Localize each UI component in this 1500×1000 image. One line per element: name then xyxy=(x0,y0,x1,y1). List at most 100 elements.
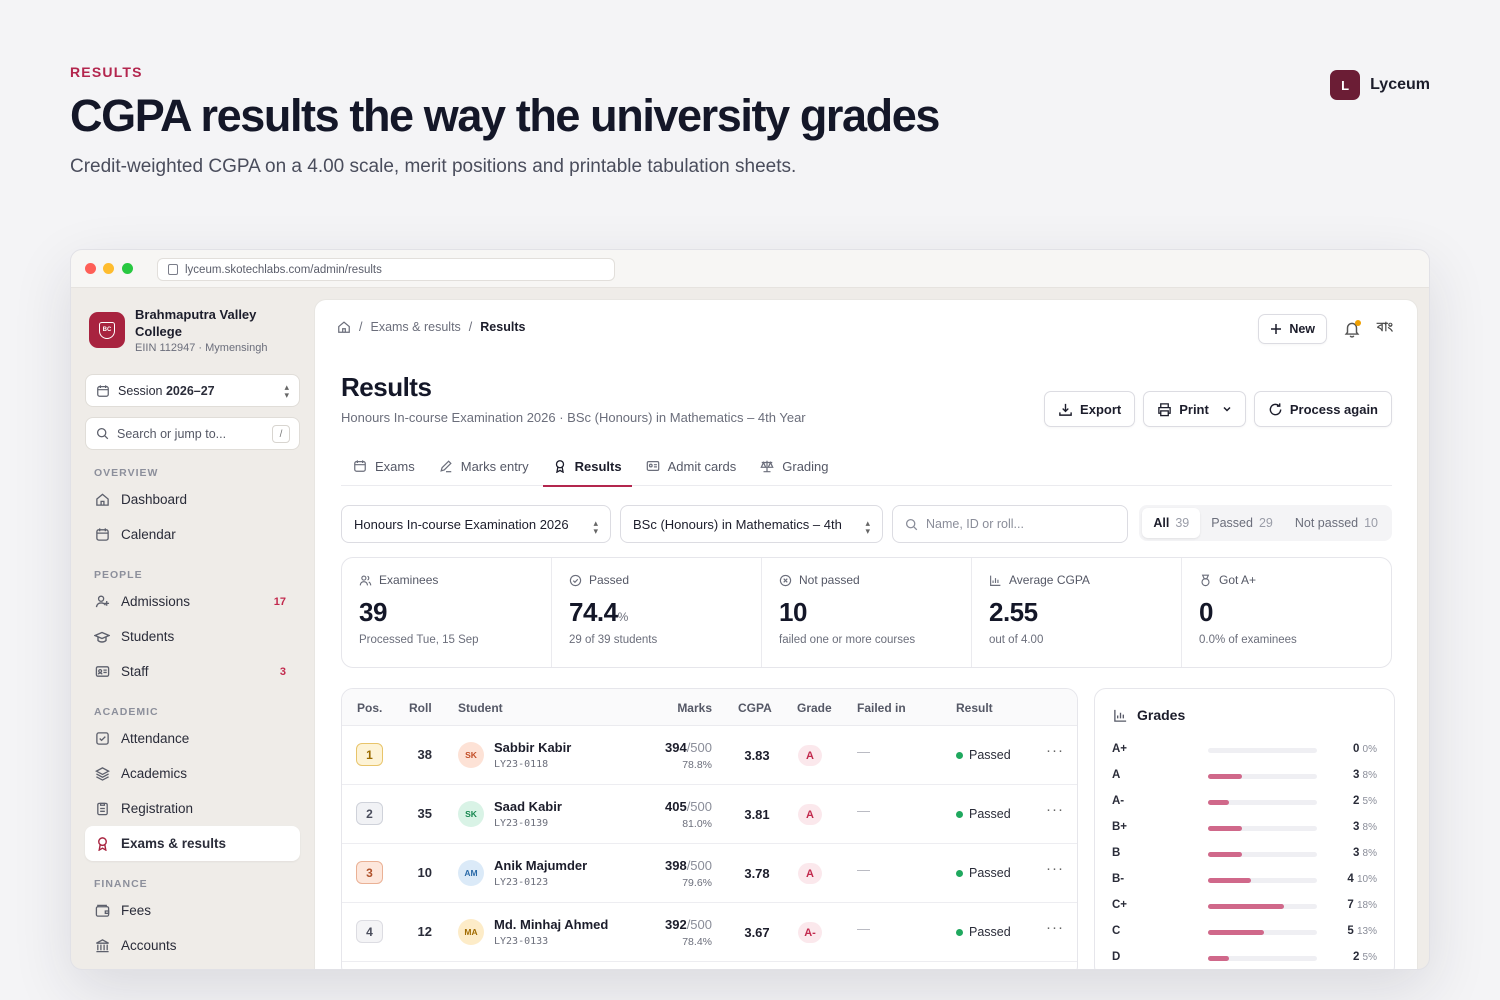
merit-position-badge: 2 xyxy=(356,802,383,825)
student-name[interactable]: Sabbir Kabir xyxy=(494,740,571,755)
sidebar-item-fees[interactable]: Fees xyxy=(85,893,300,928)
avatar: MA xyxy=(458,919,484,945)
grades-title: Grades xyxy=(1137,707,1186,723)
page-context: Honours In-course Examination 2026 · BSc… xyxy=(341,410,806,425)
column-student[interactable]: Student xyxy=(458,701,503,715)
sidebar-item-exams-results[interactable]: Exams & results xyxy=(85,826,300,861)
more-actions-icon[interactable]: ··· xyxy=(1046,860,1064,877)
column-pos[interactable]: Pos. xyxy=(357,701,382,715)
more-actions-icon[interactable]: ··· xyxy=(1046,801,1064,818)
table-row[interactable]: 4 12 MA Md. Minhaj Ahmed LY23-0133 392/500 78.… xyxy=(342,903,1077,962)
student-name[interactable]: Anik Majumder xyxy=(494,858,587,873)
sidebar-item-dashboard[interactable]: Dashboard xyxy=(85,482,300,517)
chevron-updown-icon: ▴ ▾ xyxy=(593,518,598,536)
grade-count: 3 8% xyxy=(1352,769,1377,781)
stat-sub: 0.0% of examinees xyxy=(1199,634,1297,646)
maximize-window-button[interactable] xyxy=(122,263,133,274)
tab-results[interactable]: Results xyxy=(541,446,634,487)
grade-row: D 2 5% xyxy=(1112,948,1377,968)
college-name: Brahmaputra Valley College xyxy=(135,307,257,339)
student-name[interactable]: Md. Minhaj Ahmed xyxy=(494,917,608,932)
grade-badge: A xyxy=(798,745,822,766)
column-result[interactable]: Result xyxy=(956,701,993,715)
tab-admit-cards[interactable]: Admit cards xyxy=(634,446,749,486)
college-meta: EIIN 112947 · Mymensingh xyxy=(135,342,268,354)
tab-grading[interactable]: Grading xyxy=(748,446,840,486)
stat-label: Passed xyxy=(589,573,630,587)
tab-marks-entry[interactable]: Marks entry xyxy=(427,446,541,486)
student-name[interactable]: Saad Kabir xyxy=(494,799,562,814)
grade-row: A- 2 5% xyxy=(1112,792,1377,812)
sidebar-item-label: Attendance xyxy=(121,731,190,746)
column-failed-in[interactable]: Failed in xyxy=(857,701,906,715)
section-academic: ACADEMIC xyxy=(94,706,159,718)
sidebar-item-admissions[interactable]: Admissions 17 xyxy=(85,584,300,619)
segment-all[interactable]: All 39 xyxy=(1142,508,1201,538)
column-roll[interactable]: Roll xyxy=(409,701,432,715)
results-search-input[interactable]: Name, ID or roll... xyxy=(892,505,1128,543)
sidebar-item-calendar[interactable]: Calendar xyxy=(85,517,300,552)
sidebar-item-staff[interactable]: Staff 3 xyxy=(85,654,300,689)
table-row[interactable]: 3 10 AM Anik Majumder LY23-0123 398/500 79.6% 3… xyxy=(342,844,1077,903)
table-row[interactable]: 2 35 SK Saad Kabir LY23-0139 405/500 81.0% 3.81… xyxy=(342,785,1077,844)
search-icon xyxy=(905,518,918,531)
sidebar-item-attendance[interactable]: Attendance xyxy=(85,721,300,756)
sidebar-item-academics[interactable]: Academics xyxy=(85,756,300,791)
printer-icon xyxy=(1157,402,1172,417)
refresh-icon xyxy=(1268,402,1283,417)
more-actions-icon[interactable]: ··· xyxy=(1046,742,1064,759)
session-select[interactable]: Session 2026–27 ▴ ▾ xyxy=(85,374,300,407)
stat-value: 2.55 xyxy=(989,597,1038,627)
top-actions: New বাং xyxy=(1258,314,1393,344)
exam-select[interactable]: Honours In-course Examination 2026 ▴ ▾ xyxy=(341,505,611,543)
cgpa-value: 3.81 xyxy=(744,807,770,822)
layers-icon xyxy=(94,766,110,782)
breadcrumb-exams-results[interactable]: Exams & results xyxy=(370,320,460,334)
sidebar-item-accounts[interactable]: Accounts xyxy=(85,928,300,963)
column-cgpa[interactable]: CGPA xyxy=(738,701,772,715)
column-grade[interactable]: Grade xyxy=(797,701,832,715)
check-circle-icon xyxy=(569,574,582,587)
close-window-button[interactable] xyxy=(85,263,96,274)
print-button[interactable]: Print xyxy=(1143,391,1246,427)
program-select[interactable]: BSc (Honours) in Mathematics – 4th ▴ ▾ xyxy=(620,505,883,543)
failed-in-value: — xyxy=(857,744,870,759)
home-icon[interactable] xyxy=(337,320,351,334)
marks-value: 398/500 xyxy=(664,858,712,873)
college-header: BC Brahmaputra Valley College EIIN 11294… xyxy=(89,306,300,354)
process-again-button[interactable]: Process again xyxy=(1253,391,1392,427)
plus-icon xyxy=(1270,323,1282,335)
award-icon xyxy=(94,836,110,852)
sidebar-item-students[interactable]: Students xyxy=(85,619,300,654)
export-label: Export xyxy=(1080,401,1122,417)
cgpa-value: 3.83 xyxy=(744,748,770,763)
section-finance: FINANCE xyxy=(94,878,148,890)
notifications-button[interactable] xyxy=(1343,320,1362,338)
column-marks[interactable]: Marks xyxy=(677,701,712,715)
sidebar-search[interactable]: Search or jump to... / xyxy=(85,417,300,450)
pencil-icon xyxy=(439,459,453,473)
new-button[interactable]: New xyxy=(1258,314,1328,344)
notification-dot xyxy=(1355,320,1362,326)
address-bar[interactable]: lyceum.skotechlabs.com/admin/results xyxy=(157,258,615,281)
failed-in-value: — xyxy=(857,803,870,818)
tab-exams[interactable]: Exams xyxy=(341,446,427,486)
result-status: Passed xyxy=(956,748,1011,762)
avatar: SK xyxy=(458,801,484,827)
table-header: Pos. Roll Student Marks CGPA Grade Faile… xyxy=(342,689,1077,726)
stat-value: 0 xyxy=(1199,597,1213,627)
session-value: 2026–27 xyxy=(165,383,215,398)
minimize-window-button[interactable] xyxy=(103,263,114,274)
table-row[interactable]: 1 38 SK Sabbir Kabir LY23-0118 394/500 78.8% 3.… xyxy=(342,726,1077,785)
language-toggle[interactable]: বাং xyxy=(1377,319,1393,339)
export-button[interactable]: Export xyxy=(1044,391,1136,427)
grade-bar-fill xyxy=(1208,878,1251,883)
grade-bar-fill xyxy=(1208,904,1285,909)
segment-passed[interactable]: Passed 29 xyxy=(1200,508,1284,538)
marks-value: 405/500 xyxy=(664,799,712,814)
segment-not-passed[interactable]: Not passed 10 xyxy=(1284,508,1389,538)
grade-badge: A xyxy=(798,863,822,884)
sidebar-item-registration[interactable]: Registration xyxy=(85,791,300,826)
search-icon xyxy=(96,427,109,440)
more-actions-icon[interactable]: ··· xyxy=(1046,919,1064,936)
